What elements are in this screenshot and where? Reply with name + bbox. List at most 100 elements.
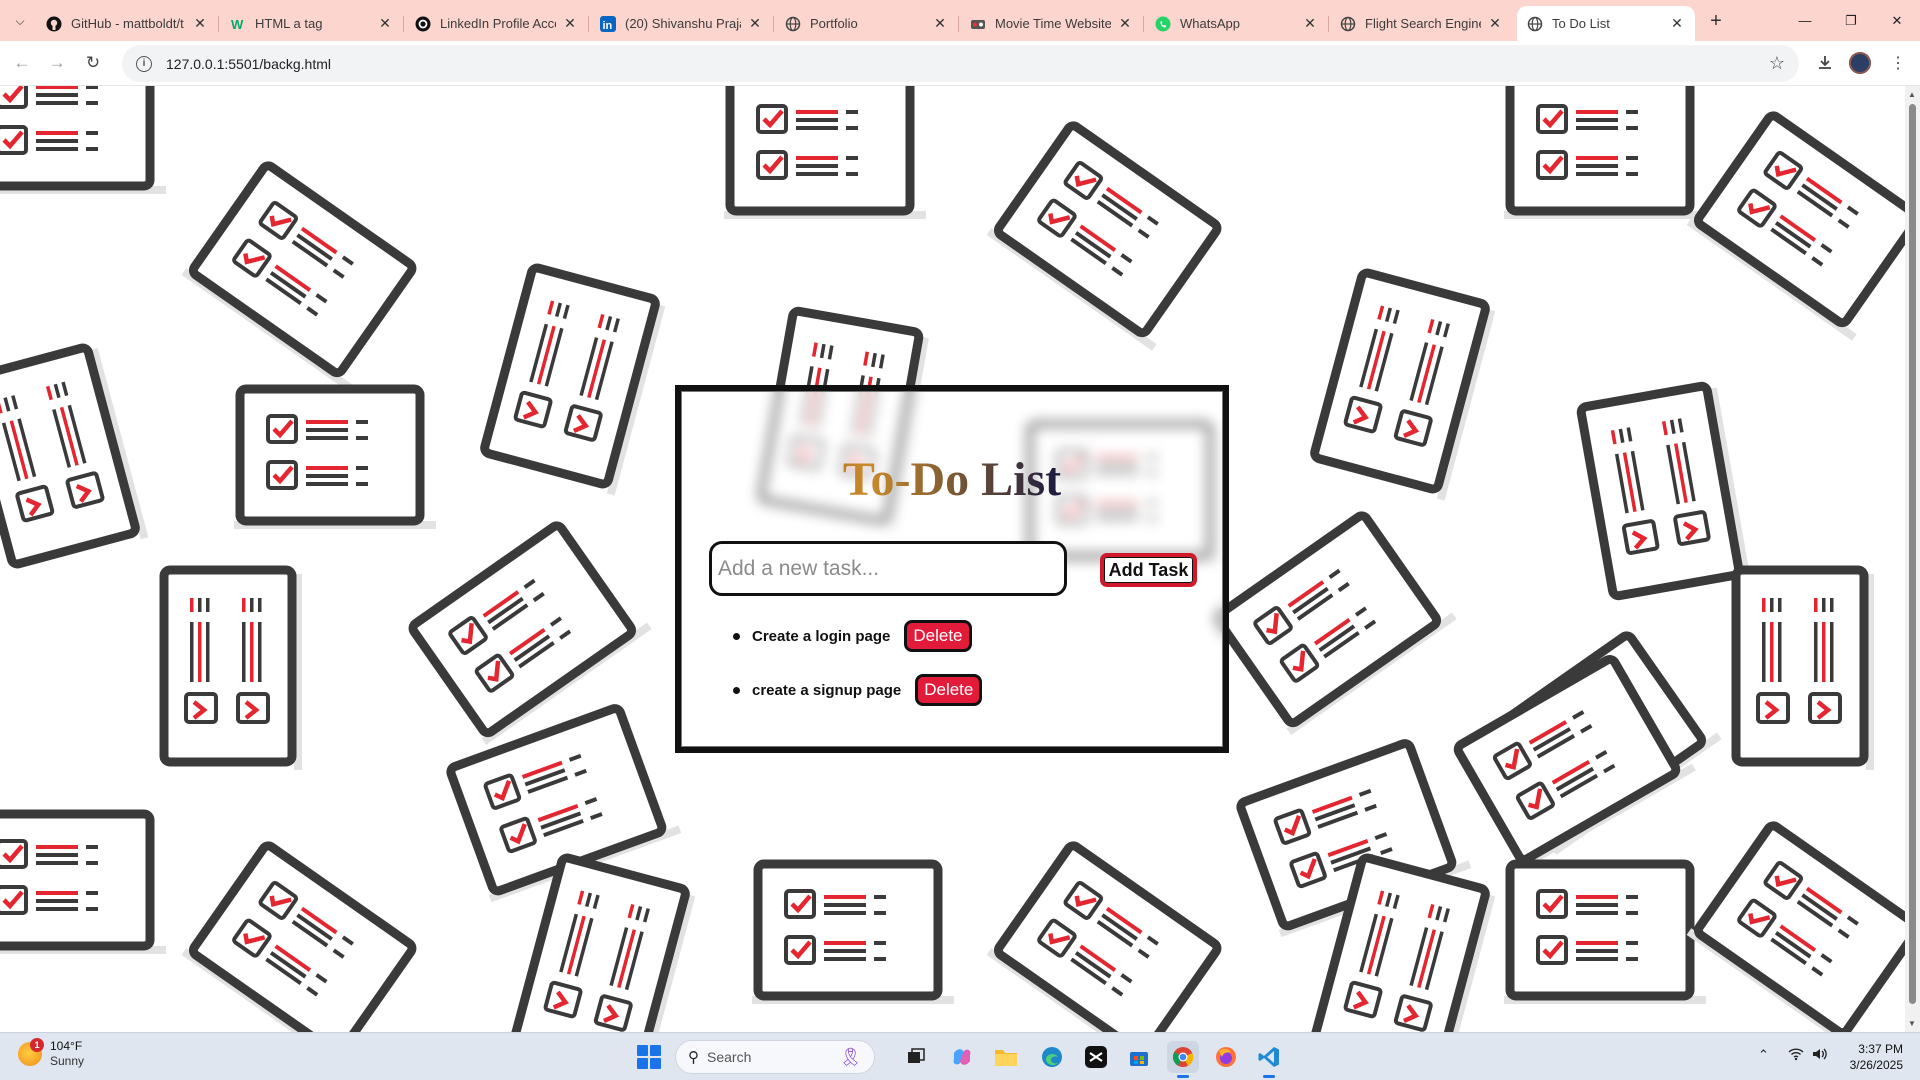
tab-separator — [588, 16, 589, 32]
tab-github[interactable]: GitHub - mattboldt/t ✕ — [36, 6, 219, 41]
list-item: Create a login page Delete — [733, 609, 982, 663]
capcut-icon[interactable] — [1080, 1041, 1112, 1073]
tab-linkedin-feed[interactable]: in (20) Shivanshu Prajap ✕ — [590, 6, 774, 41]
vscode-icon[interactable] — [1253, 1041, 1285, 1078]
delete-task-button[interactable]: Delete — [915, 674, 983, 706]
file-explorer-icon[interactable] — [990, 1041, 1022, 1073]
tab-title: WhatsApp — [1180, 16, 1240, 31]
tab-separator — [218, 16, 219, 32]
close-tab-icon[interactable]: ✕ — [562, 15, 578, 32]
close-tab-icon[interactable]: ✕ — [377, 15, 393, 32]
todo-card: To-Do List Add Task Create a login page … — [675, 385, 1229, 753]
weather-condition: Sunny — [50, 1054, 85, 1068]
whatsapp-icon — [1155, 16, 1171, 32]
sun-icon: 1 — [18, 1038, 44, 1066]
list-item: create a signup page Delete — [733, 663, 983, 717]
copilot-icon[interactable] — [946, 1041, 978, 1073]
tab-flight-search[interactable]: Flight Search Engine ✕ — [1330, 6, 1513, 41]
close-window-icon[interactable]: ✕ — [1874, 0, 1920, 41]
bookmark-star-icon[interactable]: ☆ — [1769, 53, 1785, 74]
wifi-icon[interactable] — [1788, 1047, 1804, 1064]
firefox-icon[interactable] — [1210, 1041, 1242, 1073]
tab-title: HTML a tag — [255, 16, 323, 31]
close-tab-icon[interactable]: ✕ — [1487, 15, 1503, 32]
awareness-ribbon-icon: 🎗 — [839, 1047, 862, 1067]
threads-icon — [415, 16, 431, 32]
tab-whatsapp[interactable]: WhatsApp ✕ — [1145, 6, 1329, 41]
tab-portfolio[interactable]: Portfolio ✕ — [775, 6, 959, 41]
movie-icon — [970, 16, 986, 32]
clock-date: 3/26/2025 — [1849, 1058, 1903, 1072]
svg-text:in: in — [603, 20, 613, 32]
task-text: Create a login page — [752, 627, 891, 645]
search-icon: ⚲ — [688, 1049, 699, 1066]
close-tab-icon[interactable]: ✕ — [192, 15, 208, 32]
delete-task-button[interactable]: Delete — [904, 620, 972, 652]
clock-time: 3:37 PM — [1858, 1042, 1903, 1056]
close-tab-icon[interactable]: ✕ — [1302, 15, 1318, 32]
add-task-button[interactable]: Add Task — [1100, 553, 1197, 587]
close-tab-icon[interactable]: ✕ — [1117, 15, 1133, 32]
list-bullet — [733, 686, 740, 694]
reload-icon[interactable]: ↻ — [78, 48, 108, 78]
download-icon[interactable] — [1811, 49, 1839, 77]
close-tab-icon[interactable]: ✕ — [1669, 15, 1685, 32]
scrollbar-thumb[interactable] — [1909, 104, 1916, 1004]
tab-title: (20) Shivanshu Prajap — [625, 16, 741, 31]
tab-title: Portfolio — [810, 16, 858, 31]
forward-arrow-icon[interactable]: → — [42, 48, 72, 78]
microsoft-store-icon[interactable] — [1123, 1041, 1155, 1073]
tab-title: LinkedIn Profile Acce — [440, 16, 556, 31]
globe-icon — [785, 16, 801, 32]
tab-title: To Do List — [1552, 16, 1610, 31]
scroll-up-icon[interactable]: ▲ — [1908, 90, 1916, 99]
tab-title: GitHub - mattboldt/t — [71, 16, 184, 31]
tab-title: Movie Time Website — [995, 16, 1111, 31]
tab-html-a-tag[interactable]: W HTML a tag ✕ — [220, 6, 404, 41]
tab-linkedin-profile[interactable]: LinkedIn Profile Acce ✕ — [405, 6, 589, 41]
tab-search-dropdown-icon[interactable]: ⌵ — [8, 9, 32, 33]
globe-icon — [1340, 16, 1356, 32]
more-menu-icon[interactable]: ⋮ — [1884, 49, 1912, 77]
new-task-input[interactable] — [709, 541, 1067, 596]
taskbar-search-label: Search — [707, 1049, 752, 1065]
task-list: Create a login page Delete create a sign… — [733, 609, 983, 717]
show-hidden-icons-icon[interactable]: ⌃ — [1758, 1047, 1769, 1063]
taskbar-search[interactable]: ⚲ Search 🎗 — [675, 1040, 875, 1074]
new-tab-icon[interactable]: + — [1704, 9, 1728, 33]
tab-separator — [1328, 16, 1329, 32]
linkedin-icon: in — [600, 15, 616, 32]
scroll-down-icon[interactable]: ▼ — [1908, 1019, 1916, 1028]
tab-separator — [403, 16, 404, 32]
restore-icon[interactable]: ❐ — [1828, 0, 1874, 41]
close-tab-icon[interactable]: ✕ — [932, 15, 948, 32]
close-tab-icon[interactable]: ✕ — [747, 15, 763, 32]
volume-icon[interactable] — [1812, 1047, 1828, 1064]
w3schools-icon: W — [230, 16, 246, 32]
tab-to-do-list[interactable]: To Do List ✕ — [1517, 6, 1695, 41]
tab-strip: ⌵ GitHub - mattboldt/t ✕ W HTML a tag ✕ … — [0, 0, 1920, 41]
weather-widget[interactable]: 1 104°F Sunny — [18, 1038, 85, 1069]
weather-temperature: 104°F — [50, 1039, 83, 1053]
chrome-icon[interactable] — [1167, 1041, 1199, 1078]
edge-icon[interactable] — [1036, 1041, 1068, 1073]
notification-badge: 1 — [30, 1038, 44, 1052]
github-icon — [46, 16, 62, 32]
task-text: create a signup page — [752, 681, 902, 699]
profile-avatar[interactable] — [1849, 52, 1871, 74]
tab-separator — [773, 16, 774, 32]
tab-separator — [1143, 16, 1144, 32]
tab-separator — [958, 16, 959, 32]
task-view-icon[interactable] — [900, 1041, 932, 1073]
tab-movie-time[interactable]: Movie Time Website ✕ — [960, 6, 1144, 41]
browser-toolbar: ← → ↻ i 127.0.0.1:5501/backg.html ☆ ⋮ — [0, 41, 1920, 86]
vertical-scrollbar[interactable]: ▲ ▼ — [1905, 86, 1920, 1032]
windows-start-icon[interactable] — [637, 1045, 661, 1069]
system-clock[interactable]: 3:37 PM 3/26/2025 — [1843, 1041, 1903, 1073]
page-title: To-Do List — [681, 452, 1223, 507]
address-bar[interactable]: i 127.0.0.1:5501/backg.html ☆ — [122, 45, 1799, 82]
page-viewport: To-Do List Add Task Create a login page … — [0, 86, 1920, 1032]
back-arrow-icon[interactable]: ← — [7, 48, 37, 78]
site-info-icon[interactable]: i — [136, 55, 152, 72]
minimize-icon[interactable]: — — [1782, 0, 1828, 41]
